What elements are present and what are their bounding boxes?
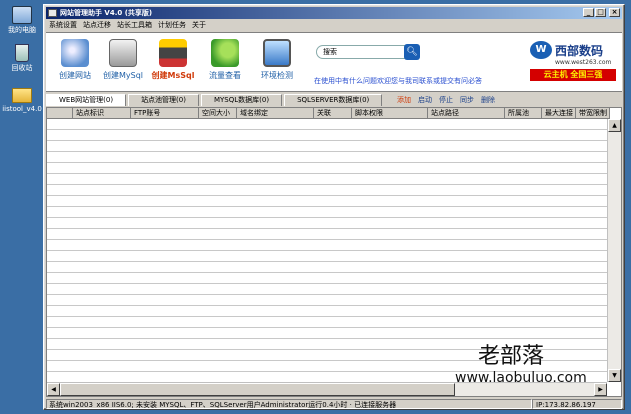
table-header: 站点标识 FTP账号 空间大小 域名绑定 关联 脚本权限 站点路径 所属池 最大… [47, 108, 610, 119]
create-mysql-button[interactable]: 创建MySql [100, 39, 146, 81]
window-title: 网站管理助手 V4.0 (共享版) [60, 9, 153, 17]
tools-icon [61, 39, 89, 67]
app-icon [48, 9, 57, 17]
tool-label: 环境检测 [261, 71, 293, 80]
title-bar[interactable]: 网站管理助手 V4.0 (共享版) _ □ × [46, 7, 622, 19]
column-header-space-size[interactable]: 空间大小 [199, 108, 237, 119]
scroll-right-icon[interactable]: ▶ [594, 383, 607, 396]
scroll-down-icon[interactable]: ▼ [608, 369, 621, 382]
horizontal-scroll-thumb[interactable] [60, 383, 455, 396]
desktop-icon-label: 回收站 [11, 64, 33, 72]
close-button[interactable]: × [609, 8, 620, 17]
window-controls: _ □ × [583, 8, 620, 17]
menu-system-settings[interactable]: 系统设置 [49, 20, 77, 31]
toolbar: 创建网站 创建MySql 创建MsSql 流量查看 环境检测 搜索 🔍︎ 在使用… [46, 32, 622, 92]
tab-sqlserver[interactable]: SQLSERVER数据库(0) [284, 94, 383, 106]
scroll-up-icon[interactable]: ▲ [608, 119, 621, 132]
watermark-title: 老部落 [478, 344, 545, 369]
tool-label: 流量查看 [209, 71, 241, 80]
brand-mark-icon: W [530, 41, 552, 59]
create-mssql-button[interactable]: 创建MsSql [150, 39, 196, 81]
tab-bar: WEB网站管理(0) 站点池管理(0) MYSQL数据库(0) SQLSERVE… [46, 94, 384, 106]
minimize-button[interactable]: _ [583, 8, 594, 17]
folder-icon [12, 88, 32, 103]
status-text: 系统win2003_x86 IIS6.0; 未安装 MYSQL、FTP、SQLS… [46, 399, 532, 409]
search-icon[interactable]: 🔍︎ [404, 44, 420, 60]
stop-link[interactable]: 停止 [439, 95, 453, 106]
column-header-bandwidth-limit[interactable]: 带宽限制 [576, 108, 610, 119]
vertical-scrollbar[interactable]: ▲ ▼ [607, 119, 621, 382]
create-site-button[interactable]: 创建网站 [52, 39, 98, 81]
menu-webmaster-tools[interactable]: 站长工具箱 [117, 20, 152, 31]
menu-bar: 系统设置 站点迁移 站长工具箱 计划任务 关于 [46, 20, 206, 31]
maximize-button[interactable]: □ [595, 8, 606, 17]
traffic-view-button[interactable]: 流量查看 [202, 39, 248, 81]
tab-app-pools[interactable]: 站点池管理(0) [128, 94, 199, 106]
menu-about[interactable]: 关于 [192, 20, 206, 31]
tab-web-sites[interactable]: WEB网站管理(0) [46, 94, 127, 106]
column-header-max-connections[interactable]: 最大连接 [542, 108, 576, 119]
tool-label: 创建MsSql [151, 71, 195, 80]
scroll-left-icon[interactable]: ◀ [47, 383, 60, 396]
mssql-icon [159, 39, 187, 67]
brand-name: 西部数码 [555, 43, 604, 58]
add-link[interactable]: 添加 [397, 95, 411, 106]
column-header-script-permission[interactable]: 脚本权限 [352, 108, 428, 119]
computer-icon [12, 6, 32, 24]
column-header-related[interactable]: 关联 [314, 108, 352, 119]
start-link[interactable]: 启动 [418, 95, 432, 106]
desktop-icon-my-computer[interactable]: 我的电脑 [0, 6, 44, 34]
environment-check-button[interactable]: 环境检测 [254, 39, 300, 81]
brand-url: www.west263.com [555, 59, 612, 66]
traffic-icon [211, 39, 239, 67]
desktop-icon-label: iistool_v4.0 [2, 105, 42, 113]
watermark-url: www.laobuluo.com [455, 370, 587, 386]
menu-site-migration[interactable]: 站点迁移 [83, 20, 111, 31]
search-input[interactable]: 搜索 [316, 45, 406, 59]
mysql-icon [109, 39, 137, 67]
column-header-domain-binding[interactable]: 域名绑定 [237, 108, 314, 119]
tab-mysql[interactable]: MYSQL数据库(0) [200, 94, 283, 106]
desktop: 我的电脑 回收站 iistool_v4.0 [0, 0, 45, 414]
tool-label: 创建MySql [102, 71, 143, 80]
tool-label: 创建网站 [59, 71, 91, 80]
status-bar: 系统win2003_x86 IIS6.0; 未安装 MYSQL、FTP、SQLS… [46, 399, 622, 409]
delete-link[interactable]: 删除 [481, 95, 495, 106]
status-ip: IP:173.82.86.197 [532, 399, 622, 409]
column-header-site-id[interactable]: 站点标识 [73, 108, 131, 119]
menu-scheduled-tasks[interactable]: 计划任务 [158, 20, 186, 31]
column-header-site-path[interactable]: 站点路径 [428, 108, 505, 119]
recycle-bin-icon [15, 44, 29, 62]
desktop-icon-label: 我的电脑 [8, 26, 36, 34]
action-links: 添加 启动 停止 同步 删除 [397, 95, 495, 106]
help-hint-link[interactable]: 在使用中有什么问题欢迎您与我司联系或提交有问必答 [314, 76, 482, 86]
monitor-icon [263, 39, 291, 67]
brand-slogan: 云主机 全国三强 [530, 69, 616, 81]
brand-logo-row: W 西部数码 [530, 41, 616, 59]
column-header[interactable] [47, 108, 73, 119]
desktop-icon-recycle-bin[interactable]: 回收站 [0, 44, 44, 72]
brand-logo[interactable]: W 西部数码 www.west263.com 云主机 全国三强 [530, 41, 616, 81]
sync-link[interactable]: 同步 [460, 95, 474, 106]
column-header-ftp-account[interactable]: FTP账号 [131, 108, 199, 119]
desktop-icon-iistool[interactable]: iistool_v4.0 [0, 88, 44, 113]
column-header-app-pool[interactable]: 所属池 [505, 108, 542, 119]
